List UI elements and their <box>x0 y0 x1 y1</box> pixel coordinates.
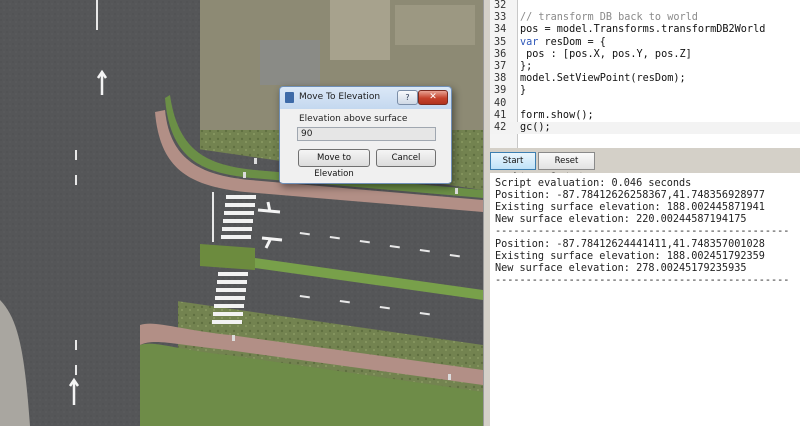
line-number: 32 <box>494 0 507 11</box>
code-text: // transform DB back to world <box>520 12 698 24</box>
output-line: Existing surface elevation: 188.00244587… <box>495 202 765 214</box>
reset-context-button[interactable]: Reset Context <box>538 152 595 182</box>
code-token: form.show(); <box>520 109 594 121</box>
line-number: 33 <box>494 12 507 24</box>
output-line: New surface elevation: 220.0024458719417… <box>495 214 747 226</box>
code-token: pos = model.Transforms.transformDB2World <box>520 24 766 36</box>
output-line: ----------------------------------------… <box>495 226 790 238</box>
code-line[interactable]: 33 // transform DB back to world <box>490 12 800 24</box>
code-token: }; <box>520 61 533 72</box>
code-token: model.SetViewPoint(resDom); <box>520 73 686 85</box>
start-script-button[interactable]: Start script <box>490 152 536 182</box>
code-line[interactable]: 36 pos : [pos.X, pos.Y, pos.Z] <box>490 49 800 61</box>
cancel-button[interactable]: Cancel <box>376 149 436 167</box>
code-line[interactable]: 40 <box>490 98 800 110</box>
code-token: } <box>520 85 527 97</box>
code-text: pos = model.Transforms.transformDB2World <box>520 24 765 36</box>
output-console[interactable]: Script evaluation: 0.046 seconds Position… <box>490 173 800 426</box>
keyword-token: var <box>520 36 539 48</box>
elevation-label: Elevation above surface <box>299 114 408 124</box>
building-block <box>395 5 475 45</box>
building-block <box>330 0 390 60</box>
elevation-input[interactable]: 90 <box>297 127 436 141</box>
map-viewport[interactable] <box>0 0 483 426</box>
building-block <box>260 40 320 85</box>
code-token: resDom = { <box>538 36 606 48</box>
code-text: model.SetViewPoint(resDom); <box>520 73 686 85</box>
script-panel: 32 33 // transform DB back to world 34 pos =… <box>483 0 800 426</box>
code-token: gc(); <box>520 122 551 133</box>
code-line[interactable]: 32 <box>490 0 800 12</box>
code-line[interactable]: 37}; <box>490 61 800 73</box>
code-text: pos : [pos.X, pos.Y, pos.Z] <box>520 49 692 61</box>
comment-token: // transform DB back to world <box>520 12 698 24</box>
move-to-elevation-dialog: Move To Elevation ? ✕ Elevation above su… <box>279 86 452 184</box>
code-line[interactable]: 34 pos = model.Transforms.transformDB2Wor… <box>490 24 800 36</box>
dialog-title: Move To Elevation <box>299 92 381 102</box>
code-text: var resDom = { <box>520 37 606 49</box>
code-line[interactable]: 38 model.SetViewPoint(resDom); <box>490 73 800 85</box>
close-icon[interactable]: ✕ <box>418 90 448 105</box>
code-text: }; <box>520 61 532 73</box>
output-line: New surface elevation: 278.0024517923593… <box>495 262 747 274</box>
output-line: ----------------------------------------… <box>495 274 790 286</box>
code-text: form.show(); <box>520 110 594 122</box>
line-number: 41 <box>494 109 507 121</box>
line-number: 34 <box>494 24 507 36</box>
code-line[interactable]: 35 var resDom = { <box>490 37 800 49</box>
stop-line <box>212 192 214 242</box>
output-line: Existing surface elevation: 188.00245179… <box>495 250 765 262</box>
line-number: 39 <box>494 85 507 97</box>
line-number: 42 <box>494 122 507 133</box>
line-number: 38 <box>494 73 507 85</box>
line-number: 36 <box>494 48 507 60</box>
code-text: } <box>520 85 526 97</box>
move-to-elevation-button[interactable]: Move to Elevation <box>298 149 370 179</box>
road-scene <box>0 0 483 426</box>
code-line[interactable]: 42 gc(); <box>490 122 800 134</box>
code-line[interactable]: 39} <box>490 85 800 97</box>
app-icon <box>285 92 294 103</box>
output-line: Script evaluation: 0.046 seconds <box>495 178 692 189</box>
line-number: 35 <box>494 36 507 48</box>
dialog-titlebar[interactable]: Move To Elevation ? ✕ <box>280 87 451 109</box>
code-line[interactable]: 41 form.show(); <box>490 110 800 122</box>
help-icon[interactable]: ? <box>397 90 418 105</box>
line-number: 40 <box>494 97 507 109</box>
code-text: gc(); <box>520 122 551 134</box>
median-island <box>200 244 255 270</box>
code-editor[interactable]: 32 33 // transform DB back to world 34 pos =… <box>490 0 800 148</box>
output-line: Position: -87.78412624441411,41.74835700… <box>495 238 765 250</box>
output-line: Position: -87.78412626258367,41.74835692… <box>495 190 765 202</box>
line-number: 37 <box>494 61 507 72</box>
code-token: pos : [pos.X, pos.Y, pos.Z] <box>520 48 692 60</box>
